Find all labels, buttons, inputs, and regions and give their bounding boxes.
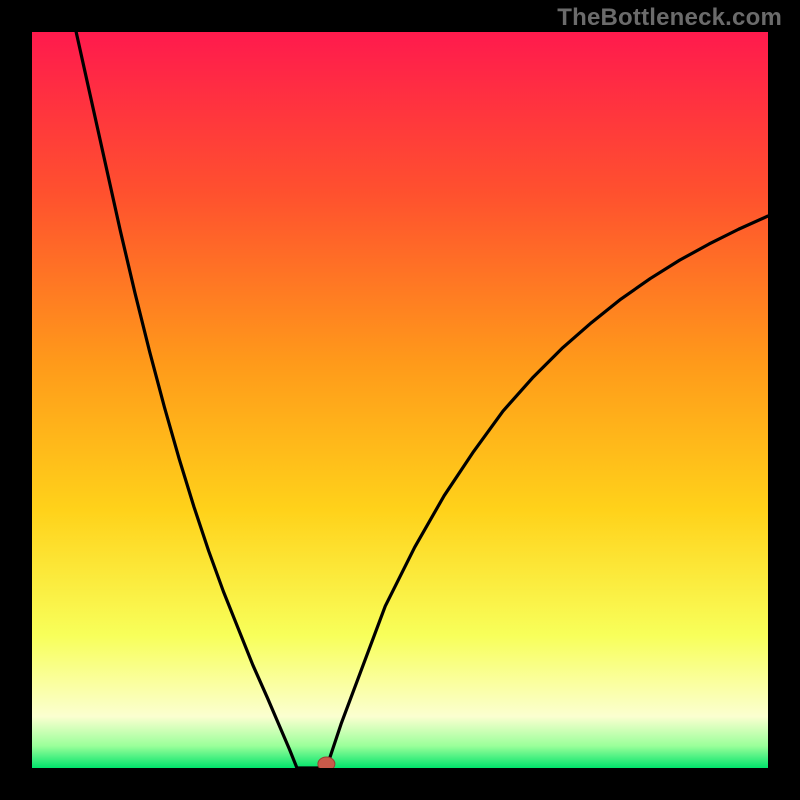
plot-area: [32, 32, 768, 768]
gradient-background: [32, 32, 768, 768]
valley-marker: [318, 757, 335, 768]
plot-svg: [32, 32, 768, 768]
watermark-text: TheBottleneck.com: [557, 4, 782, 32]
chart-frame: TheBottleneck.com: [0, 0, 800, 800]
